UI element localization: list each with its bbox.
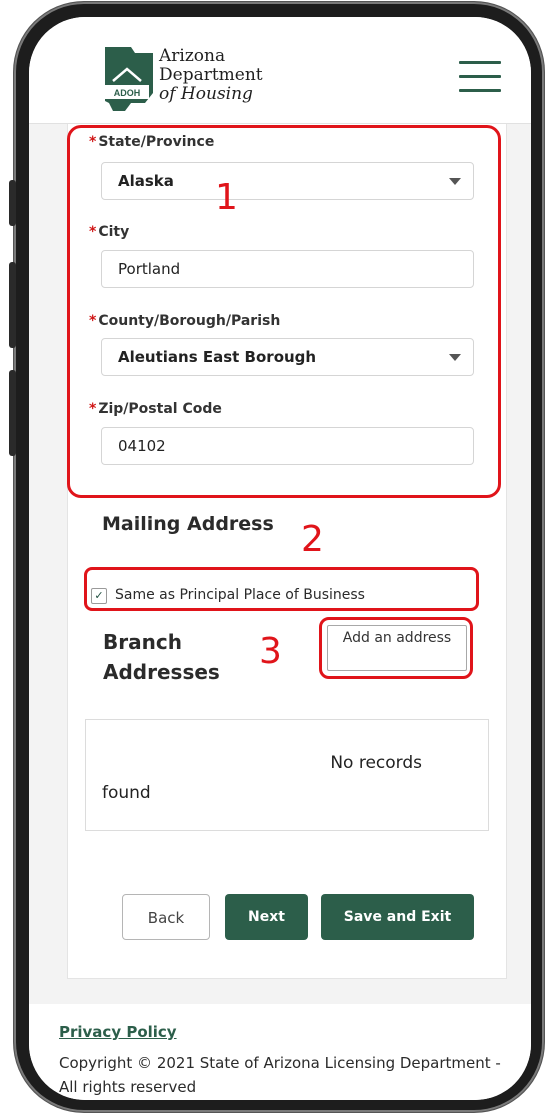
annotation-box-address [67, 125, 501, 498]
adoh-logo-icon[interactable]: ADOH [101, 47, 153, 111]
org-name-line1: Arizona [159, 46, 226, 66]
copyright-text: Copyright © 2021 State of Arizona Licens… [59, 1054, 501, 1096]
phone-volume-down-button [9, 370, 16, 456]
back-button[interactable]: Back [122, 894, 210, 940]
page-footer: Privacy Policy Copyright © 2021 State of… [29, 1005, 531, 1100]
branch-addresses-heading: Branch Addresses [103, 630, 220, 684]
annotation-number-3: 3 [259, 631, 282, 672]
annotation-box-add-address [319, 617, 473, 679]
hamburger-menu-icon[interactable] [459, 61, 501, 93]
phone-side-button [9, 180, 16, 226]
org-name: Arizona Department of Housing [159, 47, 263, 104]
annotation-number-2: 2 [301, 519, 324, 560]
mailing-address-heading: Mailing Address [102, 513, 274, 535]
privacy-policy-link[interactable]: Privacy Policy [59, 1023, 177, 1041]
phone-screen: ADOH Arizona Department of Housing * Stat… [29, 17, 531, 1100]
empty-state-line2: found [102, 783, 151, 803]
empty-state-text: No records found [102, 748, 422, 808]
save-and-exit-button[interactable]: Save and Exit [321, 894, 474, 940]
logo-badge-text: ADOH [114, 88, 141, 98]
empty-state-line1: No records [330, 753, 422, 773]
annotation-box-mailing [84, 567, 479, 611]
phone-volume-up-button [9, 262, 16, 348]
site-header: ADOH Arizona Department of Housing [29, 17, 531, 124]
branch-records-table: No records found [85, 719, 489, 831]
org-name-line3: of Housing [159, 84, 253, 104]
org-name-line2: Department [159, 65, 263, 85]
next-button[interactable]: Next [225, 894, 308, 940]
annotation-number-1: 1 [215, 177, 238, 218]
